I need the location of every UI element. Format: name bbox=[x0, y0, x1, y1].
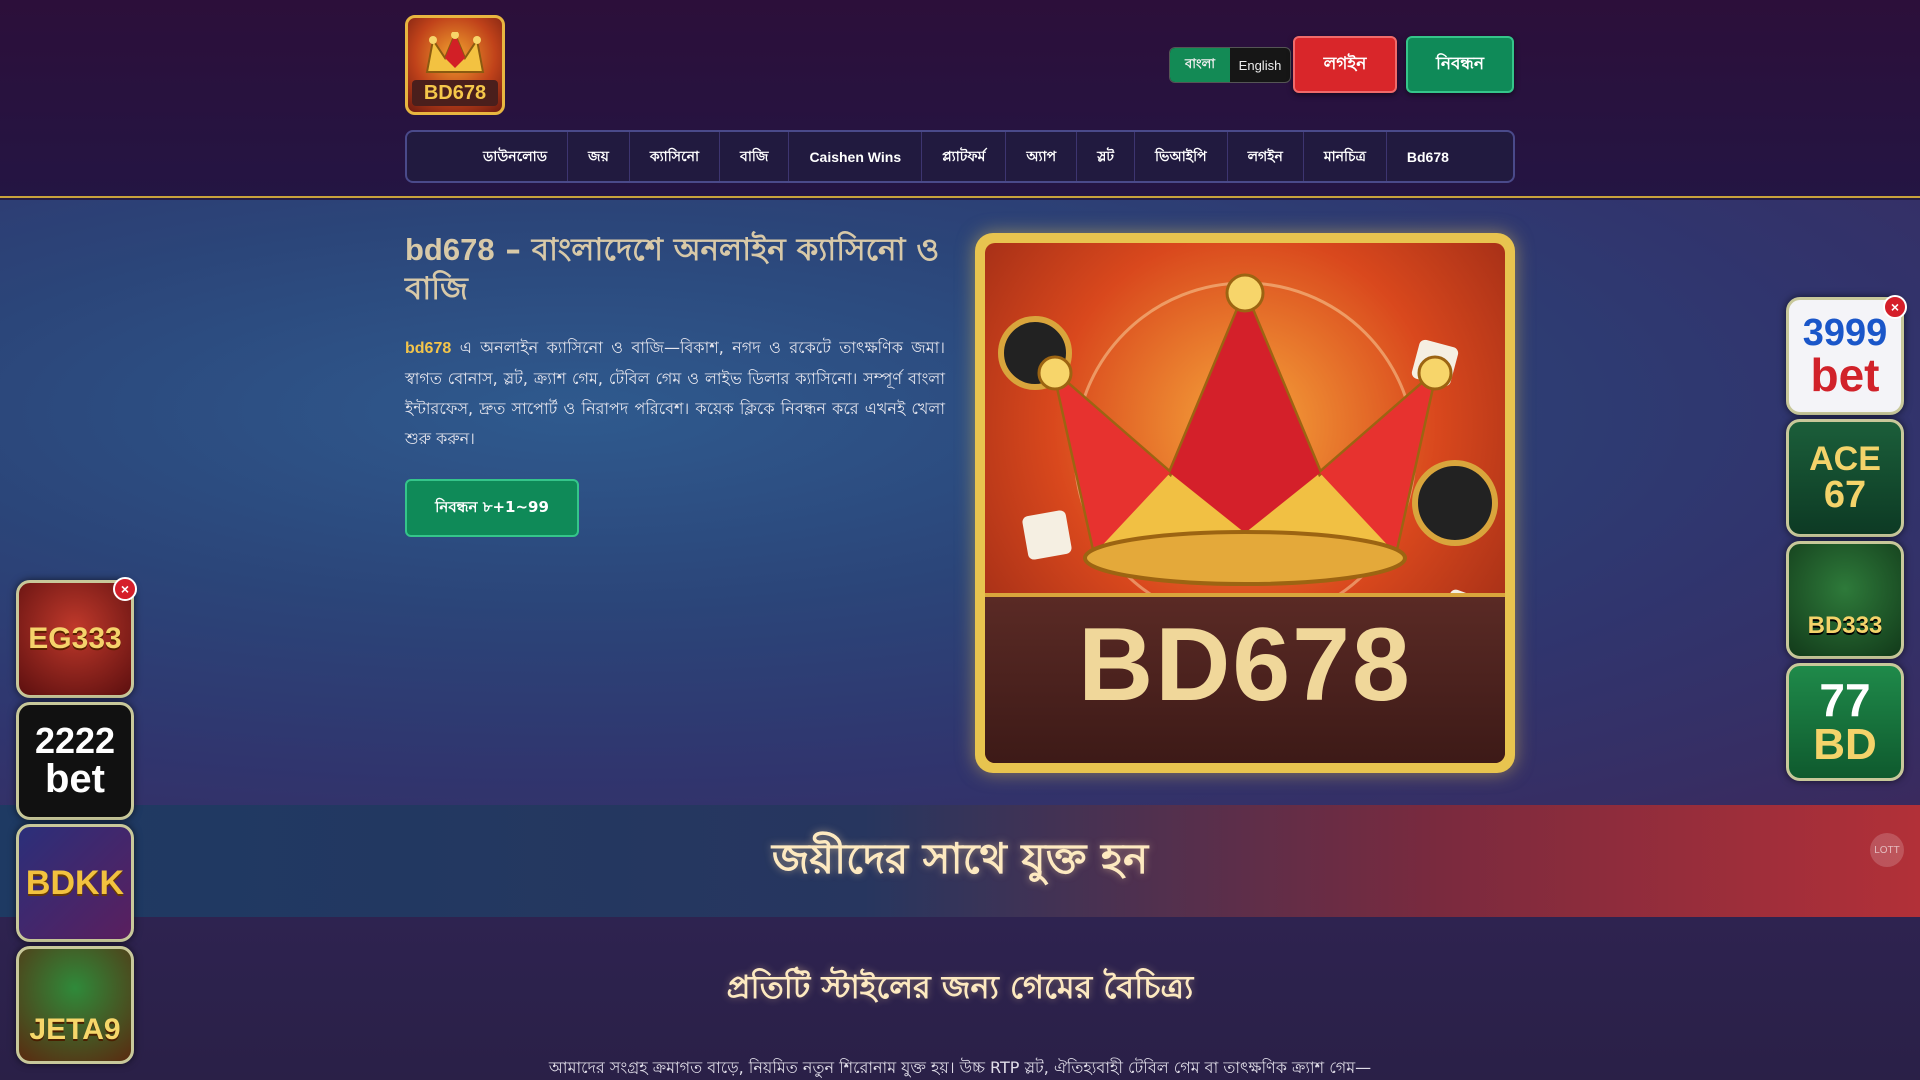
nav-item-login[interactable]: লগইন bbox=[1228, 132, 1304, 181]
ad-3999bet-label-bottom: bet bbox=[1810, 349, 1880, 401]
ad-2222bet[interactable]: 2222 bet bbox=[16, 702, 134, 820]
logo-text: BD678 bbox=[412, 80, 498, 106]
ad-ace67-label-top: ACE bbox=[1809, 440, 1881, 478]
ad-ace67-label-bottom: 67 bbox=[1823, 474, 1867, 516]
register-button[interactable]: নিবন্ধন bbox=[1406, 36, 1514, 93]
nav-item-slot[interactable]: স্লট bbox=[1077, 132, 1136, 181]
hero-description: bd678 এ অনলাইন ক্যাসিনো ও বাজি—বিকাশ, নগ… bbox=[405, 333, 945, 454]
ad-bdkk-label: BDKK bbox=[25, 864, 125, 902]
hero-title-brand: bd678 bbox=[405, 232, 495, 267]
ad-bd333-label: BD333 bbox=[1807, 612, 1883, 639]
jester-crown-icon bbox=[425, 32, 485, 73]
site-header: BD678 বাংলা English লগইন নিবন্ধন ডাউনলোড… bbox=[0, 0, 1920, 198]
nav-item-vip[interactable]: ভিআইপি bbox=[1135, 132, 1228, 181]
ad-3999bet-label-top: 3999 bbox=[1802, 312, 1888, 354]
nav-item-casino[interactable]: ক্যাসিনো bbox=[630, 132, 721, 181]
ad-bd333[interactable]: BD333 bbox=[1786, 541, 1904, 659]
ad-2222bet-label-top: 2222 bbox=[34, 720, 116, 761]
main-nav: ডাউনলোড জয় ক্যাসিনো বাজি Caishen Wins প… bbox=[405, 130, 1515, 183]
nav-item-sitemap[interactable]: মানচিত্র bbox=[1304, 132, 1387, 181]
hero-desc-brand-link[interactable]: bd678 bbox=[405, 340, 451, 357]
nav-item-win[interactable]: জয় bbox=[568, 132, 630, 181]
ad-jeta9-label: JETA9 bbox=[29, 1013, 121, 1046]
hero-image: BD678 bbox=[975, 233, 1515, 773]
ad-ace67[interactable]: ACE 67 bbox=[1786, 419, 1904, 537]
join-winners-title: জয়ীদের সাথে যুক্ত হন bbox=[771, 833, 1149, 883]
hero-register-button[interactable]: নিবন্ধন ৮+1~99 bbox=[405, 479, 579, 537]
ad-eg333-label: EG333 bbox=[28, 622, 122, 655]
ad-bdkk[interactable]: BDKK bbox=[16, 824, 134, 942]
hero-title: bd678 – বাংলাদেশে অনলাইন ক্যাসিনো ও বাজি bbox=[405, 230, 945, 309]
ad-2222bet-label-bottom: bet bbox=[45, 757, 105, 801]
ad-left-close-button[interactable]: × bbox=[113, 577, 137, 601]
ad-77bd-label-bottom: BD bbox=[1813, 720, 1877, 769]
hero-image-text: BD678 bbox=[1078, 607, 1412, 723]
language-switcher: বাংলা English bbox=[1169, 47, 1291, 83]
nav-item-betting[interactable]: বাজি bbox=[720, 132, 790, 181]
hero-desc-text: এ অনলাইন ক্যাসিনো ও বাজি—বিকাশ, নগদ ও রক… bbox=[405, 338, 945, 448]
login-button[interactable]: লগইন bbox=[1293, 36, 1397, 93]
ad-77bd[interactable]: 77 BD bbox=[1786, 663, 1904, 781]
hero-section bbox=[0, 200, 1920, 805]
ad-77bd-label-top: 77 bbox=[1819, 674, 1871, 726]
lang-bangla-button[interactable]: বাংলা bbox=[1170, 48, 1230, 82]
nav-item-download[interactable]: ডাউনলোড bbox=[463, 132, 569, 181]
site-logo[interactable]: BD678 bbox=[405, 15, 505, 115]
nav-item-bd678[interactable]: Bd678 bbox=[1387, 132, 1469, 181]
join-winners-band: জয়ীদের সাথে যুক্ত হন LOTT bbox=[0, 805, 1920, 917]
games-section-title: প্রতিটি স্টাইলের জন্য গেমের বৈচিত্র্য bbox=[726, 968, 1194, 1006]
lottery-icon[interactable]: LOTT bbox=[1870, 833, 1904, 867]
nav-item-caishen-wins[interactable]: Caishen Wins bbox=[789, 132, 923, 181]
nav-item-platform[interactable]: প্ল্যাটফর্ম bbox=[922, 132, 1007, 181]
games-section-description: আমাদের সংগ্রহ ক্রমাগত বাড়ে, নিয়মিত নতু… bbox=[548, 1058, 1372, 1077]
hero-image-artwork: BD678 bbox=[985, 243, 1505, 763]
ad-jeta9[interactable]: JETA9 bbox=[16, 946, 134, 1064]
ad-right-close-button[interactable]: × bbox=[1883, 295, 1907, 319]
lang-english-button[interactable]: English bbox=[1230, 48, 1290, 82]
nav-item-app[interactable]: অ্যাপ bbox=[1006, 132, 1078, 181]
